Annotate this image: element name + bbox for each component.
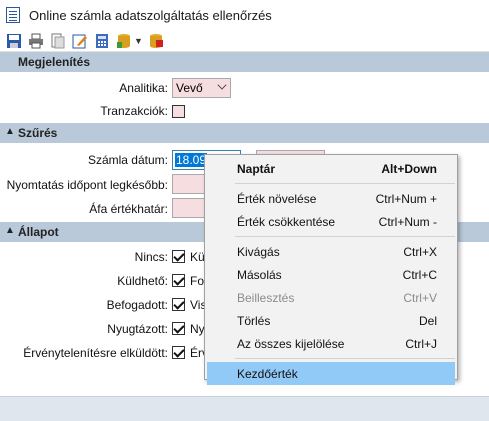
allapot-option-text: Érv (190, 346, 204, 360)
selected-text: 18.09 (175, 153, 208, 167)
menu-item-shortcut: Alt+Down (381, 161, 437, 176)
save-icon[interactable] (5, 32, 22, 49)
edit-icon[interactable] (71, 32, 88, 49)
tranzakciok-label: Tranzakciók: (100, 104, 168, 118)
menu-item-label: Kezdőérték (237, 366, 298, 381)
allapot-option-text: Vis (190, 298, 204, 312)
toolbar: ▼ (0, 30, 489, 52)
afa-input[interactable] (172, 198, 206, 218)
menu-item-beillesztes: Beillesztés Ctrl+V (205, 286, 457, 309)
calculator-icon[interactable] (93, 32, 110, 49)
menu-item-osszes-kijelolese[interactable]: Az összes kijelölése Ctrl+J (205, 332, 457, 355)
database-icon[interactable] (115, 32, 132, 49)
nyomtatas-input[interactable] (172, 174, 206, 194)
allapot-checkbox[interactable] (172, 250, 185, 263)
print-preview-icon[interactable] (49, 32, 66, 49)
analitika-label: Analitika: (119, 81, 168, 95)
menu-item-shortcut: Ctrl+Num - (378, 214, 437, 229)
chevron-down-icon (217, 80, 227, 90)
menu-item-label: Érték növelése (237, 191, 317, 206)
nyomtatas-label: Nyomtatás időpont legkésőbb: (6, 178, 168, 192)
allapot-option-text: Ny (190, 322, 204, 336)
menu-item-shortcut: Ctrl+X (403, 244, 437, 259)
menu-item-shortcut: Ctrl+V (403, 290, 437, 305)
allapot-checkbox[interactable] (172, 322, 185, 335)
collapse-chevron-icon: ▲ (5, 225, 15, 236)
clear-database-icon[interactable] (148, 32, 165, 49)
tranzakciok-checkbox[interactable] (172, 105, 185, 118)
context-menu: Naptár Alt+Down Érték növelése Ctrl+Num … (204, 154, 458, 385)
afa-label: Áfa értékhatár: (89, 202, 168, 216)
menu-item-label: Érték csökkentése (237, 214, 336, 229)
section-header-megjelenites[interactable]: Megjelenítés (0, 52, 489, 72)
menu-item-shortcut: Del (418, 313, 437, 328)
menu-item-kivagas[interactable]: Kivágás Ctrl+X (205, 240, 457, 263)
allapot-checkbox[interactable] (172, 346, 185, 359)
menu-item-label: Kivágás (237, 244, 280, 259)
menu-item-label: Naptár (237, 161, 276, 176)
menu-item-kezdoertek[interactable]: Kezdőérték (207, 362, 455, 385)
allapot-row-label: Küldhető: (117, 274, 168, 288)
title-bar: Online számla adatszolgáltatás ellenőrzé… (0, 0, 489, 30)
menu-item-shortcut: Ctrl+J (405, 336, 437, 351)
menu-item-shortcut: Ctrl+C (402, 267, 437, 282)
window-app-icon (6, 7, 20, 23)
allapot-row-label: Érvénytelenítésre elküldött: (23, 346, 168, 360)
menu-item-ertek-csokkentese[interactable]: Érték csökkentése Ctrl+Num - (205, 210, 457, 233)
print-icon[interactable] (27, 32, 44, 49)
allapot-checkbox[interactable] (172, 298, 185, 311)
window-title: Online számla adatszolgáltatás ellenőrzé… (29, 7, 272, 23)
section-title: Megjelenítés (18, 55, 91, 69)
section-title: Állapot (18, 225, 59, 239)
menu-item-label: Törlés (237, 313, 271, 328)
menu-item-label: Másolás (237, 267, 282, 282)
menu-item-shortcut: Ctrl+Num + (375, 191, 437, 206)
section-header-szures[interactable]: ▲ Szűrés (0, 123, 489, 143)
menu-item-label: Az összes kijelölése (237, 336, 345, 351)
allapot-row-label: Befogadott: (106, 298, 168, 312)
collapse-chevron-icon: ▲ (5, 126, 15, 137)
section-title: Szűrés (18, 126, 58, 140)
allapot-checkbox[interactable] (172, 274, 185, 287)
dropdown-arrow-icon[interactable]: ▼ (134, 36, 143, 46)
status-bar (0, 396, 489, 421)
allapot-option-text: Fo (190, 274, 204, 288)
menu-item-masolas[interactable]: Másolás Ctrl+C (205, 263, 457, 286)
allapot-row-label: Nincs: (134, 250, 168, 264)
menu-separator (235, 358, 455, 359)
menu-item-torles[interactable]: Törlés Del (205, 309, 457, 332)
szamla-datum-label: Számla dátum: (87, 153, 168, 167)
analitika-select[interactable]: Vevő (172, 78, 231, 98)
menu-item-naptar[interactable]: Naptár Alt+Down (205, 157, 457, 180)
menu-separator (235, 183, 455, 184)
menu-separator (235, 236, 455, 237)
analitika-value: Vevő (176, 81, 203, 95)
menu-item-label: Beillesztés (237, 290, 295, 305)
menu-item-ertek-novelese[interactable]: Érték növelése Ctrl+Num + (205, 187, 457, 210)
allapot-option-text: Kü (190, 250, 204, 264)
allapot-row-label: Nyugtázott: (107, 322, 168, 336)
